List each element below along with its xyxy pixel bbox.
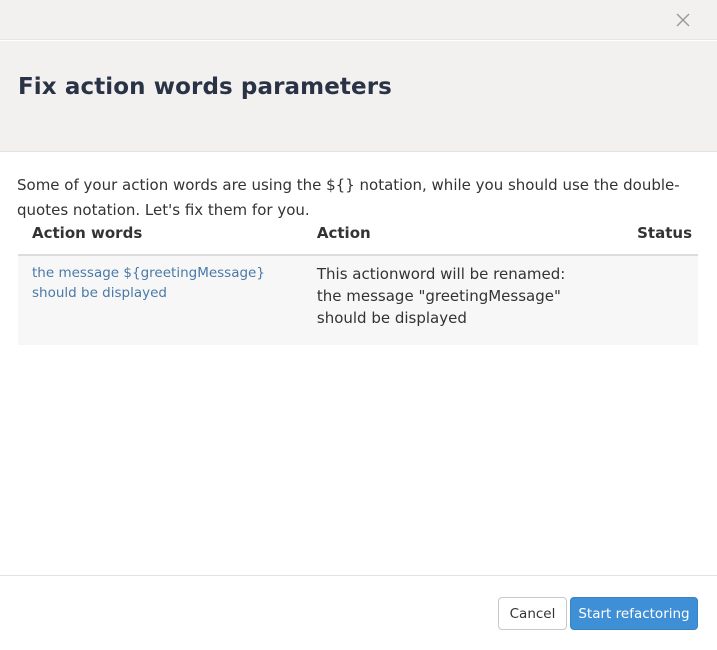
action-words-table: Action words Action Status the message $… [18, 224, 698, 345]
dialog-body: Some of your action words are using the … [0, 152, 717, 574]
dialog-top-bar [0, 0, 717, 40]
action-new-name: the message "greetingMessage" should be … [316, 287, 561, 327]
dialog-footer: Cancel Start refactoring [0, 575, 717, 650]
action-word-link[interactable]: the message ${greetingMessage} should be… [32, 263, 289, 303]
action-cell: This actionword will be renamed: the mes… [302, 255, 624, 345]
cancel-button[interactable]: Cancel [498, 597, 567, 630]
status-cell [623, 255, 698, 345]
table-header-row: Action words Action Status [18, 224, 698, 256]
action-words-table-wrapper: Action words Action Status the message $… [18, 224, 698, 345]
column-header-action-words: Action words [18, 224, 303, 256]
action-description: This actionword will be renamed: [316, 265, 566, 283]
close-icon[interactable] [675, 12, 691, 28]
column-header-action: Action [302, 224, 624, 256]
dialog-title: Fix action words parameters [18, 74, 392, 100]
table-row: the message ${greetingMessage} should be… [18, 255, 698, 345]
dialog-header: Fix action words parameters [0, 41, 717, 152]
column-header-status: Status [623, 224, 698, 256]
intro-text: Some of your action words are using the … [17, 176, 680, 219]
fix-action-words-dialog: Fix action words parameters Some of your… [0, 0, 717, 650]
action-word-cell: the message ${greetingMessage} should be… [18, 255, 303, 345]
start-refactoring-button[interactable]: Start refactoring [570, 597, 698, 630]
